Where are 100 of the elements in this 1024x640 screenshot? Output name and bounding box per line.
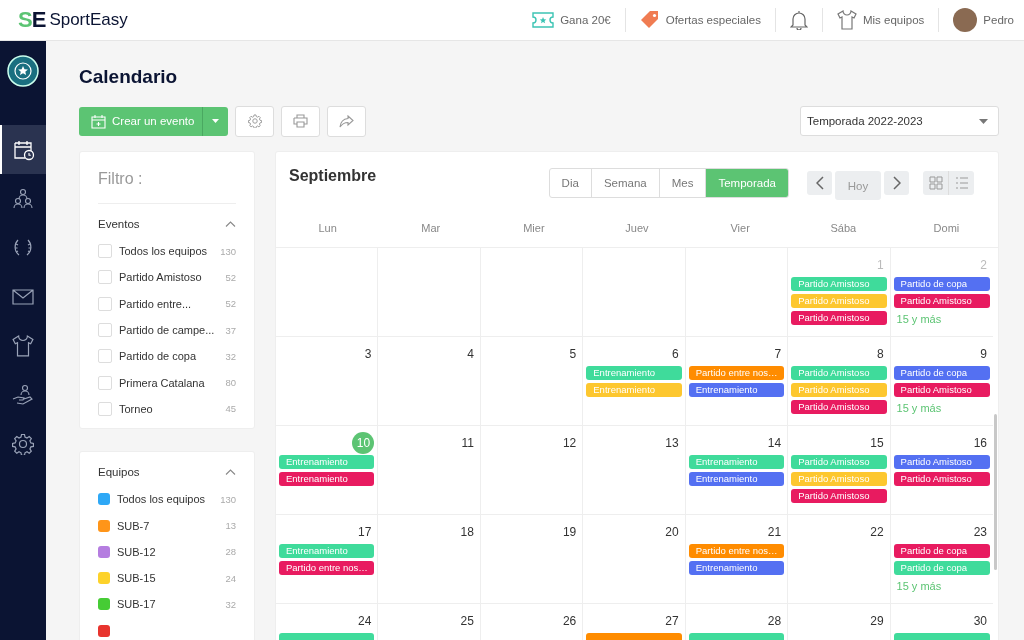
shirt-icon[interactable] [836, 10, 857, 30]
more-link[interactable]: 15 y más [893, 400, 990, 416]
share-button[interactable] [327, 105, 367, 137]
chevron-right-icon [892, 176, 901, 190]
next-button[interactable] [884, 171, 909, 195]
day-cell[interactable]: 21 Partido entre nos… Entrenamiento [685, 515, 789, 604]
day-cell[interactable]: 1 Partido Amistoso Partido Amistoso Partido Amistoso [788, 248, 891, 337]
day-cell[interactable]: 22 [788, 515, 891, 604]
team-color-swatch[interactable] [98, 624, 110, 637]
day-cell[interactable]: 25 [378, 604, 481, 640]
checkbox[interactable] [98, 401, 112, 416]
top-link[interactable]: Pedro [983, 14, 1014, 26]
team-color-swatch[interactable] [98, 493, 110, 506]
ticket-icon[interactable] [532, 12, 555, 28]
event-chip[interactable]: Entrenamiento [688, 561, 785, 575]
date-number: 26 [562, 613, 578, 630]
day-cell[interactable]: 7 Partido entre nos… Entrenamiento [685, 337, 789, 426]
day-cell[interactable]: 17 Entrenamiento Partido entre nos… [276, 515, 379, 604]
more-link[interactable]: 15 y más [893, 311, 990, 327]
avatar[interactable] [953, 8, 978, 32]
event-chip[interactable]: Partido Amistoso [791, 400, 887, 414]
view-tab[interactable]: Semana [590, 169, 659, 197]
day-cell[interactable]: 30 [890, 604, 993, 640]
day-cell[interactable]: 15 Partido Amistoso Partido Amistoso Partido Amistoso [788, 426, 891, 515]
top-link[interactable]: Gana 20€ [560, 14, 611, 26]
checkbox[interactable] [98, 244, 112, 259]
season-select[interactable]: Temporada 2022-2023 [800, 106, 999, 136]
event-chip[interactable]: Partido entre nos… [279, 561, 375, 575]
day-cell[interactable]: 3 [276, 337, 379, 426]
checkbox[interactable] [98, 296, 112, 311]
team-color-swatch[interactable] [98, 545, 110, 558]
day-cell[interactable]: 28 [685, 604, 789, 640]
filter-count: 80 [225, 377, 236, 389]
event-chip[interactable]: Partido de copa [893, 277, 990, 291]
checkbox[interactable] [98, 349, 112, 364]
event-chip[interactable]: Entrenamiento [688, 383, 785, 397]
event-chip[interactable]: Partido de copa [893, 544, 990, 558]
more-link[interactable]: 15 y más [893, 578, 990, 594]
checkbox[interactable] [98, 323, 112, 338]
previous-button[interactable] [807, 171, 832, 195]
day-cell[interactable]: 27 [583, 604, 686, 640]
chevron-up-icon[interactable] [225, 469, 236, 476]
event-chip[interactable]: Partido Amistoso [893, 383, 990, 397]
logo-name[interactable]: SportEasy [49, 10, 128, 30]
view-tab[interactable]: Dia [549, 169, 591, 197]
scrollbar[interactable] [994, 414, 997, 570]
day-cell[interactable]: 4 [378, 337, 481, 426]
day-cell[interactable]: 23 Partido de copa Partido de copa 15 y más [890, 515, 993, 604]
team-color-swatch[interactable] [98, 572, 110, 585]
nav-item[interactable] [0, 125, 46, 174]
event-chip[interactable]: Partido Amistoso [791, 311, 887, 325]
team-color-swatch[interactable] [98, 598, 110, 611]
day-cell[interactable]: 11 [378, 426, 481, 515]
event-chip[interactable]: Partido de copa [893, 366, 990, 380]
day-cell[interactable]: 19 [480, 515, 584, 604]
date-number: 2 [980, 257, 988, 274]
weekday-label: Domi [932, 222, 961, 234]
chevron-up-icon[interactable] [225, 221, 236, 227]
day-cell[interactable]: 18 [378, 515, 481, 604]
bell-icon[interactable] [789, 10, 808, 30]
checkbox[interactable] [98, 375, 112, 390]
page-title: Calendario [79, 65, 179, 89]
caret-icon [979, 118, 988, 124]
day-cell[interactable]: 26 [480, 604, 584, 640]
date-number: 3 [364, 346, 373, 363]
top-link[interactable]: Ofertas especiales [665, 14, 761, 26]
day-cell[interactable]: 10 Entrenamiento Entrenamiento [276, 426, 379, 515]
event-chip[interactable]: Partido Amistoso [893, 472, 990, 486]
tag-icon[interactable] [639, 10, 660, 30]
team-count: 13 [225, 520, 236, 531]
event-chip[interactable]: Entrenamiento [688, 472, 785, 486]
day-cell[interactable]: 16 Partido Amistoso Partido Amistoso [890, 426, 993, 515]
settings-button[interactable] [235, 105, 275, 137]
chevron-left-icon [815, 176, 824, 190]
top-link[interactable]: Mis equipos [862, 14, 925, 26]
checkbox[interactable] [98, 270, 112, 285]
day-cell[interactable]: 2 Partido de copa Partido Amistoso 15 y más [890, 248, 993, 337]
day-cell[interactable]: 5 [480, 337, 584, 426]
date-number: 1 [876, 257, 885, 274]
day-cell[interactable]: 14 Entrenamiento Entrenamiento [685, 426, 789, 515]
day-cell[interactable]: 12 [480, 426, 584, 515]
day-cell[interactable]: 8 Partido Amistoso Partido Amistoso Partido Amistoso [788, 337, 891, 426]
day-cell[interactable]: 9 Partido de copa Partido Amistoso 15 y más [890, 337, 993, 426]
day-cell[interactable]: 29 [788, 604, 891, 640]
event-chip[interactable]: Partido entre nos… [688, 544, 785, 558]
day-cell[interactable]: 20 [583, 515, 686, 604]
filter-count: 130 [220, 245, 236, 257]
day-cell[interactable]: 13 [583, 426, 686, 515]
print-button[interactable] [281, 105, 321, 137]
event-chip[interactable]: Partido entre nos… [688, 366, 785, 380]
today-button[interactable]: Hoy [835, 171, 881, 200]
dropdown-button[interactable] [202, 106, 229, 136]
event-chip[interactable]: Entrenamiento [279, 472, 375, 486]
event-chip[interactable]: Partido Amistoso [893, 455, 990, 469]
event-chip[interactable]: Partido Amistoso [893, 294, 990, 308]
day-cell[interactable]: 24 [276, 604, 379, 640]
logo-mark[interactable]: SE [18, 9, 46, 31]
event-chip[interactable]: Partido Amistoso [791, 489, 887, 503]
team-color-swatch[interactable] [98, 519, 110, 532]
date-number: 5 [569, 346, 578, 363]
